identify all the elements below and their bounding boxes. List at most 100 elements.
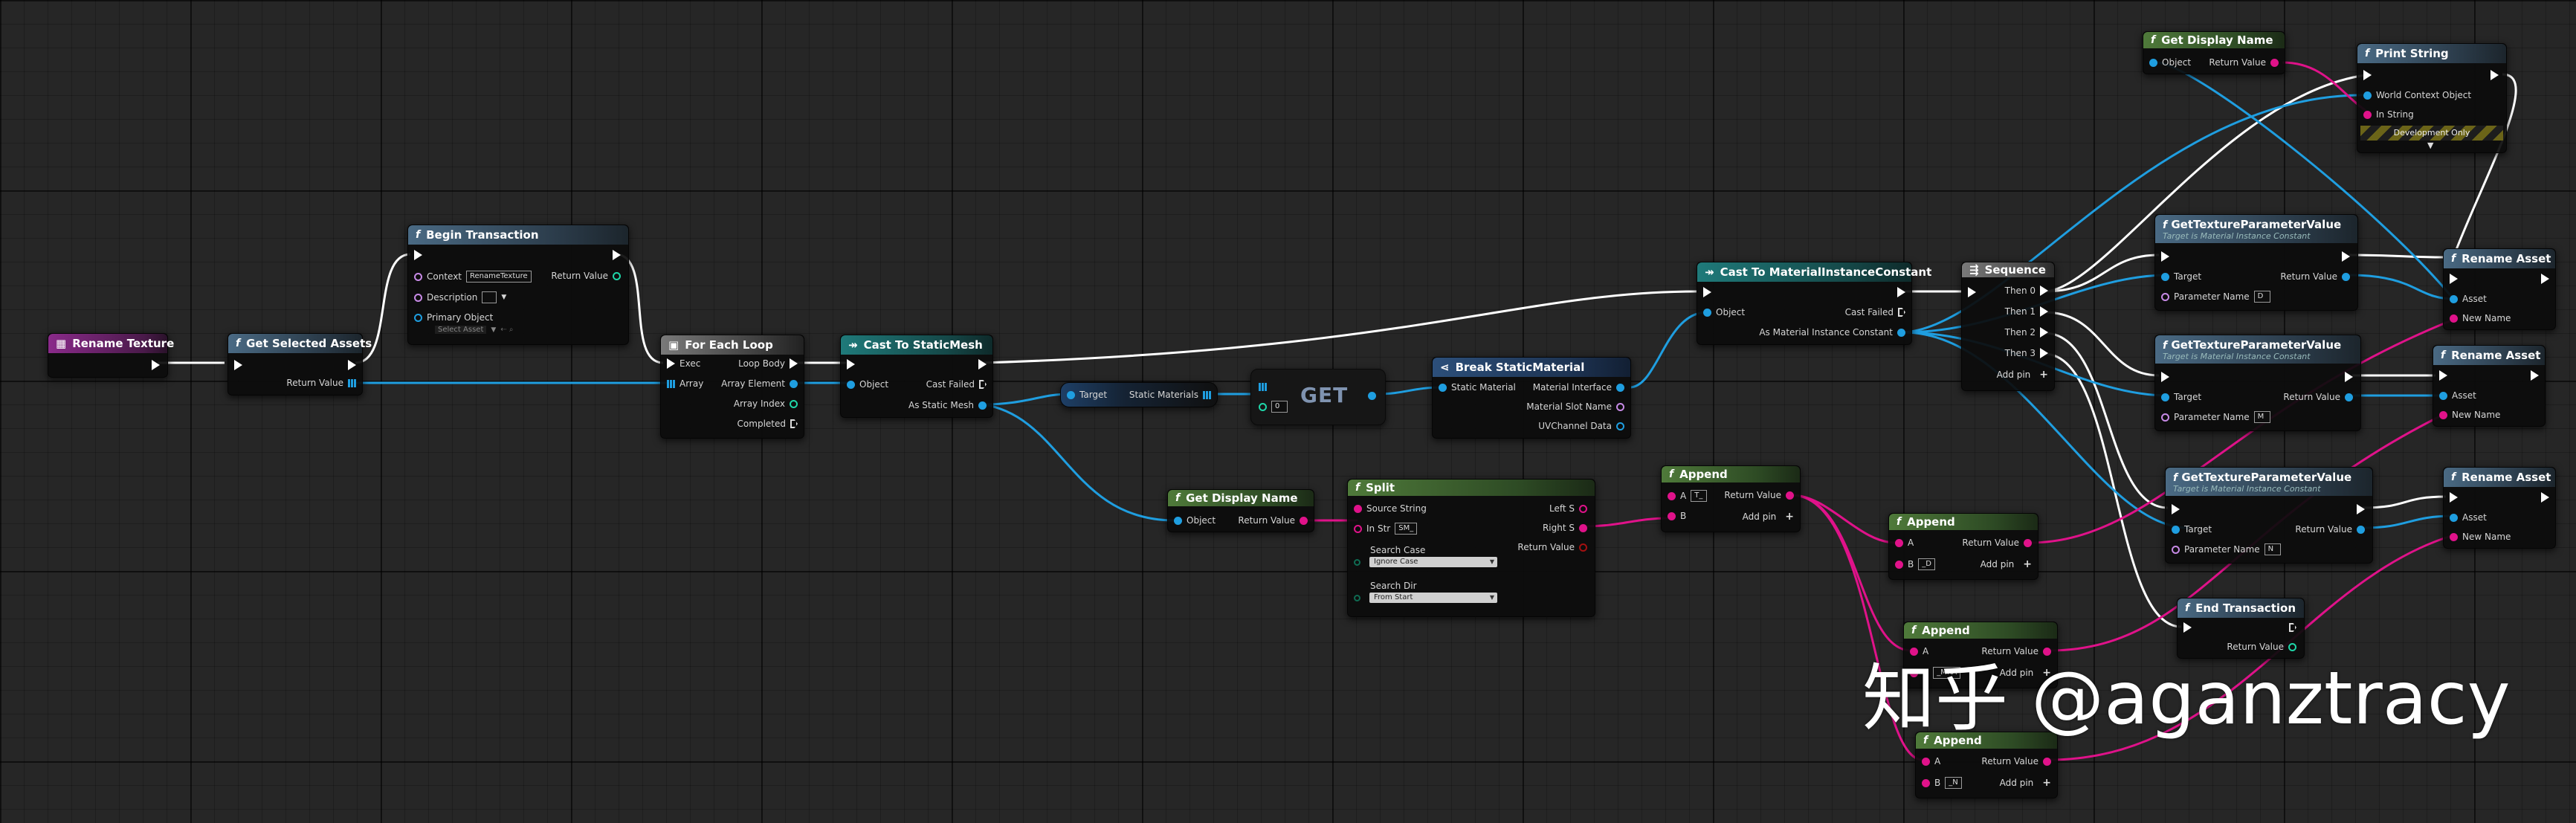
in-str-input[interactable]: SM_ xyxy=(1395,523,1418,535)
chevron-down-icon[interactable]: ▼ xyxy=(491,326,496,334)
string-out-pin[interactable] xyxy=(1300,516,1308,525)
break-static-material-header[interactable]: ⋖ Break StaticMaterial xyxy=(1433,358,1630,377)
object-in-pin[interactable] xyxy=(2161,393,2169,401)
object-out-pin[interactable] xyxy=(2345,393,2353,401)
rename-asset-3-node[interactable]: f Rename Asset Asset New Name xyxy=(2443,467,2556,549)
static-materials-getter-node[interactable]: Target Static Materials xyxy=(1060,382,1218,407)
exec-out-pin[interactable] xyxy=(2040,348,2048,358)
rename-asset-2-node[interactable]: f Rename Asset Asset New Name xyxy=(2433,345,2546,427)
search-case-dropdown[interactable]: Ignore Case xyxy=(1369,557,1497,567)
a-input[interactable]: T_ xyxy=(1691,490,1708,502)
append-1-node[interactable]: f Append A T_ Return Value B Add pin + xyxy=(1661,465,1801,532)
string-in-pin[interactable] xyxy=(2363,110,2372,119)
array-get-node[interactable]: 0 GET xyxy=(1250,369,1386,425)
rename-texture-node[interactable]: ▦ Rename Texture xyxy=(48,333,174,378)
parameter-name-input[interactable]: D xyxy=(2253,291,2270,303)
exec-out-pin[interactable] xyxy=(613,250,621,260)
get-texture-param-value-1-node[interactable]: f GetTextureParameterValue Target is Mat… xyxy=(2154,214,2358,311)
exec-in-pin[interactable] xyxy=(234,360,242,370)
b-input[interactable]: _N xyxy=(1945,777,1962,789)
object-out-pin[interactable] xyxy=(1616,383,1624,392)
exec-out-pin[interactable] xyxy=(152,360,160,370)
exec-out-pin[interactable] xyxy=(790,358,798,369)
string-out-pin[interactable] xyxy=(2270,58,2279,67)
parameter-name-input[interactable]: M xyxy=(2253,411,2270,423)
struct-in-pin[interactable] xyxy=(1439,383,1447,392)
object-in-pin[interactable] xyxy=(414,313,422,322)
get-display-name-mid-header[interactable]: f Get Display Name xyxy=(1168,490,1314,506)
string-out-pin[interactable] xyxy=(1579,504,1587,513)
break-static-material-node[interactable]: ⋖ Break StaticMaterial Static Material M… xyxy=(1432,357,1631,439)
append-1-header[interactable]: f Append xyxy=(1662,466,1800,482)
split-header[interactable]: f Split xyxy=(1348,480,1595,496)
exec-out-pin[interactable] xyxy=(1898,308,1905,317)
exec-in-pin[interactable] xyxy=(1703,287,1711,297)
index-input[interactable]: 0 xyxy=(1271,401,1288,413)
cast-to-static-mesh-node[interactable]: ↠ Cast To StaticMesh Object Cast Failed … xyxy=(840,335,993,418)
get-display-name-top-header[interactable]: f Get Display Name xyxy=(2143,32,2285,48)
object-in-pin[interactable] xyxy=(1174,516,1182,525)
get-texture-param-value-1-header[interactable]: f GetTextureParameterValue Target is Mat… xyxy=(2155,215,2357,243)
get-display-name-top-node[interactable]: f Get Display Name Object Return Value xyxy=(2143,31,2285,74)
cast-to-static-mesh-header[interactable]: ↠ Cast To StaticMesh xyxy=(841,335,992,355)
exec-out-pin[interactable] xyxy=(2541,274,2549,284)
rename-asset-2-header[interactable]: f Rename Asset xyxy=(2433,346,2545,365)
get-display-name-mid-node[interactable]: f Get Display Name Object Return Value xyxy=(1167,489,1314,532)
object-in-pin[interactable] xyxy=(2439,391,2447,400)
int-out-pin[interactable] xyxy=(790,399,798,408)
object-in-pin[interactable] xyxy=(2450,294,2458,303)
object-in-pin[interactable] xyxy=(2363,91,2372,100)
string-in-pin[interactable] xyxy=(1895,538,1903,547)
exec-in-pin[interactable] xyxy=(1968,287,1976,297)
add-pin-button[interactable]: Add pin + xyxy=(1997,369,2048,381)
rename-asset-1-node[interactable]: f Rename Asset Asset New Name xyxy=(2443,248,2556,330)
object-out-pin[interactable] xyxy=(790,379,798,388)
name-in-pin[interactable] xyxy=(2161,292,2169,301)
string-out-pin[interactable] xyxy=(1579,523,1587,532)
exec-out-pin[interactable] xyxy=(979,380,987,389)
int-in-pin[interactable] xyxy=(1259,402,1267,411)
for-each-loop-header[interactable]: ▣ For Each Loop xyxy=(661,335,804,355)
asset-picker[interactable]: Select Asset xyxy=(435,326,487,334)
text-in-pin[interactable] xyxy=(414,293,422,302)
object-out-pin[interactable] xyxy=(2342,272,2350,281)
end-transaction-header[interactable]: f End Transaction xyxy=(2178,598,2304,618)
exec-out-pin[interactable] xyxy=(348,360,356,370)
exec-in-pin[interactable] xyxy=(2450,492,2458,503)
exec-in-pin[interactable] xyxy=(667,358,675,369)
exec-in-pin[interactable] xyxy=(2172,504,2180,514)
object-in-pin[interactable] xyxy=(2161,272,2169,281)
exec-out-pin[interactable] xyxy=(978,359,987,369)
string-in-pin[interactable] xyxy=(1895,560,1903,569)
array-out-pin[interactable] xyxy=(1203,390,1211,399)
get-selected-assets-header[interactable]: f Get Selected Assets xyxy=(228,334,372,353)
name-out-pin[interactable] xyxy=(1616,402,1624,411)
browse-icon[interactable]: ⇠ ⌕ xyxy=(500,326,513,334)
object-in-pin[interactable] xyxy=(1703,308,1711,317)
exec-out-pin[interactable] xyxy=(2040,327,2048,338)
rename-texture-header[interactable]: ▦ Rename Texture xyxy=(48,334,174,353)
exec-out-pin[interactable] xyxy=(2040,306,2048,317)
get-selected-assets-node[interactable]: f Get Selected Assets Return Value xyxy=(227,333,372,396)
string-in-pin[interactable] xyxy=(1354,524,1362,533)
rename-asset-1-header[interactable]: f Rename Asset xyxy=(2444,249,2555,268)
exec-out-pin[interactable] xyxy=(2289,623,2296,632)
object-out-pin[interactable] xyxy=(1368,392,1376,400)
name-in-pin[interactable] xyxy=(2172,545,2180,554)
object-in-pin[interactable] xyxy=(847,380,855,389)
string-out-pin[interactable] xyxy=(2024,538,2032,547)
string-out-pin[interactable] xyxy=(1786,491,1794,500)
search-dir-dropdown[interactable]: From Start xyxy=(1369,593,1497,603)
parameter-name-input[interactable]: N xyxy=(2264,543,2281,555)
exec-out-pin[interactable] xyxy=(2357,504,2365,514)
begin-transaction-header[interactable]: f Begin Transaction xyxy=(408,225,628,245)
int-out-pin[interactable] xyxy=(613,271,621,280)
enum-in-pin[interactable] xyxy=(1354,594,1360,601)
cast-to-mic-header[interactable]: ↠ Cast To MaterialInstanceConstant xyxy=(1697,262,1931,282)
exec-in-pin[interactable] xyxy=(2183,622,2192,633)
print-string-node[interactable]: f Print String World Context Object In S… xyxy=(2357,43,2507,153)
array-out-pin[interactable] xyxy=(348,378,356,387)
string-in-pin[interactable] xyxy=(1922,757,1930,766)
cast-to-mic-node[interactable]: ↠ Cast To MaterialInstanceConstant Objec… xyxy=(1697,262,1931,345)
exec-out-pin[interactable] xyxy=(2541,492,2549,503)
